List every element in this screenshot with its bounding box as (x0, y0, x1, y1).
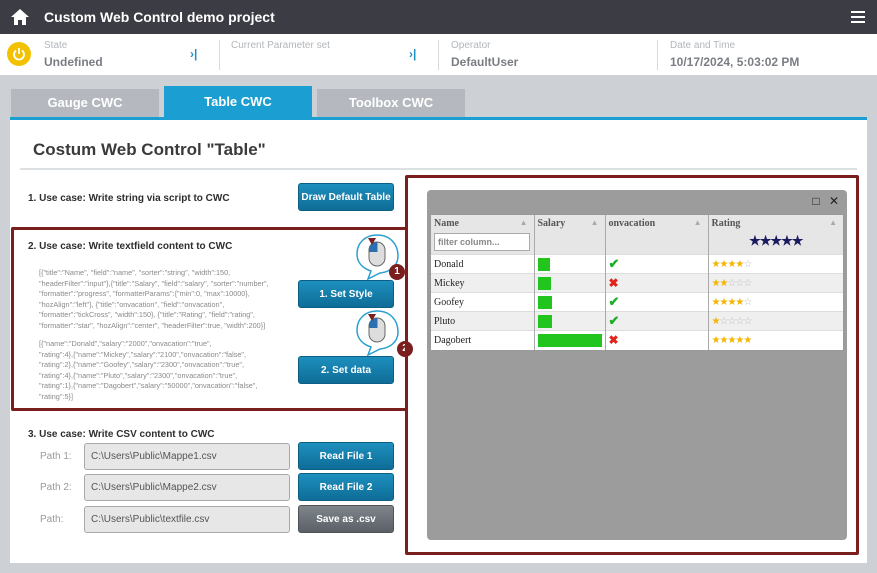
top-bar: Custom Web Control demo project (0, 0, 877, 34)
path-1-input[interactable]: C:\Users\Public\Mappe1.csv (84, 443, 290, 470)
power-icon[interactable] (7, 42, 31, 66)
parameter-set-field: Current Parameter set (231, 40, 330, 55)
hamburger-menu-icon[interactable] (851, 11, 865, 23)
draw-default-table-button[interactable]: Draw Default Table (298, 183, 394, 211)
tab-toolbox-cwc[interactable]: Toolbox CWC (317, 89, 465, 117)
operator-field: Operator DefaultUser (451, 40, 518, 69)
parameter-set-label: Current Parameter set (231, 40, 330, 51)
highlight-table-box (405, 175, 859, 555)
divider (20, 168, 857, 170)
usecase-3-title: 3. Use case: Write CSV content to CWC (28, 429, 215, 440)
read-file-1-button[interactable]: Read File 1 (298, 442, 394, 470)
home-icon[interactable] (10, 7, 30, 27)
operator-value: DefaultUser (451, 55, 519, 69)
skip-forward-icon[interactable]: ›| (190, 48, 202, 60)
save-as-csv-button[interactable]: Save as .csv (298, 505, 394, 533)
state-label: State (44, 40, 68, 51)
state-field: State Undefined (44, 40, 103, 69)
save-path-input[interactable]: C:\Users\Public\textfile.csv (84, 506, 290, 533)
path-label: Path: (40, 514, 64, 525)
state-value: Undefined (44, 55, 103, 69)
read-file-2-button[interactable]: Read File 2 (298, 473, 394, 501)
usecase-1-title: 1. Use case: Write string via script to … (28, 193, 230, 204)
datetime-label: Date and Time (670, 40, 736, 51)
datetime-value: 10/17/2024, 5:03:02 PM (670, 55, 800, 69)
highlight-usecase2-box (11, 227, 408, 411)
tab-gauge-cwc[interactable]: Gauge CWC (11, 89, 159, 117)
page-title: Costum Web Control "Table" (33, 140, 266, 159)
tab-table-cwc[interactable]: Table CWC (164, 86, 312, 117)
operator-label: Operator (451, 40, 491, 51)
path-2-input[interactable]: C:\Users\Public\Mappe2.csv (84, 474, 290, 501)
datetime-field: Date and Time 10/17/2024, 5:03:02 PM (670, 40, 799, 69)
path-2-label: Path 2: (40, 482, 72, 493)
path-1-label: Path 1: (40, 451, 72, 462)
app-title: Custom Web Control demo project (44, 9, 275, 25)
status-bar: State Undefined ›| Current Parameter set… (0, 34, 877, 76)
skip-forward-icon[interactable]: ›| (409, 48, 421, 60)
